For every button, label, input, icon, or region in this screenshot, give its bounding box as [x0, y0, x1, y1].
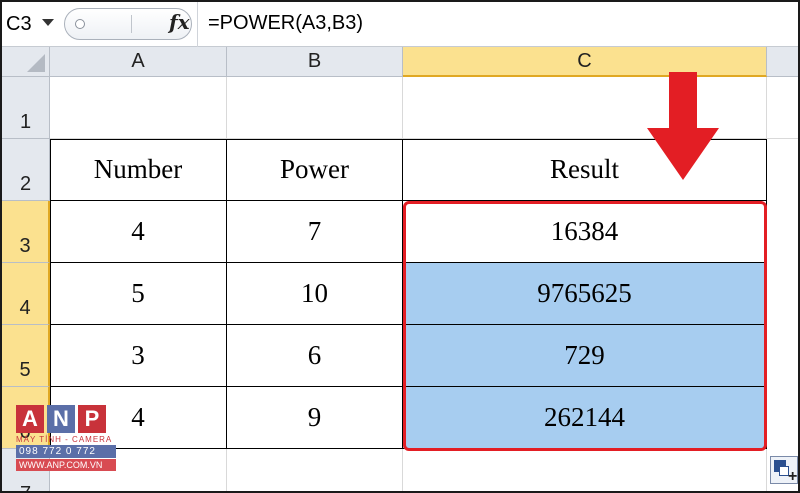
- name-box[interactable]: C3: [4, 8, 62, 40]
- cell-a1[interactable]: [50, 77, 227, 139]
- chevron-down-icon[interactable]: [42, 19, 54, 26]
- cell-b5[interactable]: 6: [227, 325, 403, 387]
- logo-tagline: MÁY TÍNH - CAMERA: [16, 435, 113, 444]
- column-header-a[interactable]: A: [50, 47, 227, 77]
- row-header-4[interactable]: 4: [2, 263, 50, 325]
- cell-b1[interactable]: [227, 77, 403, 139]
- name-box-value: C3: [6, 12, 32, 35]
- divider: [197, 2, 198, 47]
- row-header-1[interactable]: 1: [2, 77, 50, 139]
- table-header-power[interactable]: Power: [227, 139, 403, 201]
- cell-b3[interactable]: 7: [227, 201, 403, 263]
- column-header-b[interactable]: B: [227, 47, 403, 77]
- logo-letter-n: N: [47, 405, 75, 433]
- anp-logo: A N P MÁY TÍNH - CAMERA 098 772 0 772 WW…: [16, 405, 116, 480]
- arrow-down-icon: [647, 72, 719, 180]
- resize-handle-icon[interactable]: [75, 19, 85, 29]
- cell-d1[interactable]: [767, 77, 798, 139]
- formula-input[interactable]: =POWER(A3,B3): [208, 12, 363, 35]
- cell-a5[interactable]: 3: [50, 325, 227, 387]
- select-all-button[interactable]: [2, 47, 50, 77]
- cell-c7[interactable]: [403, 449, 767, 491]
- cell-a4[interactable]: 5: [50, 263, 227, 325]
- row-header-5[interactable]: 5: [2, 325, 50, 387]
- formula-tools: fx: [64, 8, 192, 40]
- plus-icon: +: [788, 468, 798, 485]
- select-all-icon: [27, 54, 45, 72]
- row-header-2[interactable]: 2: [2, 139, 50, 201]
- logo-phone: 098 772 0 772: [16, 445, 116, 458]
- logo-letters: A N P: [16, 405, 116, 433]
- row-header-3[interactable]: 3: [2, 201, 50, 263]
- logo-letter-a: A: [16, 405, 44, 433]
- column-header-d[interactable]: [767, 47, 798, 77]
- cell-b7[interactable]: [227, 449, 403, 491]
- table-border-left: [50, 139, 51, 449]
- formula-bar: C3 fx =POWER(A3,B3): [2, 2, 798, 47]
- paste-options-icon[interactable]: +: [770, 456, 798, 485]
- table-header-number[interactable]: Number: [50, 139, 227, 201]
- cell-a3[interactable]: 4: [50, 201, 227, 263]
- cell-b6[interactable]: 9: [227, 387, 403, 449]
- divider: [131, 15, 132, 33]
- cell-b4[interactable]: 10: [227, 263, 403, 325]
- selection-highlight-box: [403, 201, 767, 451]
- insert-function-button[interactable]: fx: [169, 10, 190, 34]
- spreadsheet-window: C3 fx =POWER(A3,B3) A B C 1 2 3 4 5 6 7 …: [0, 0, 800, 493]
- logo-letter-p: P: [78, 405, 106, 433]
- logo-website: WWW.ANP.COM.VN: [16, 459, 116, 471]
